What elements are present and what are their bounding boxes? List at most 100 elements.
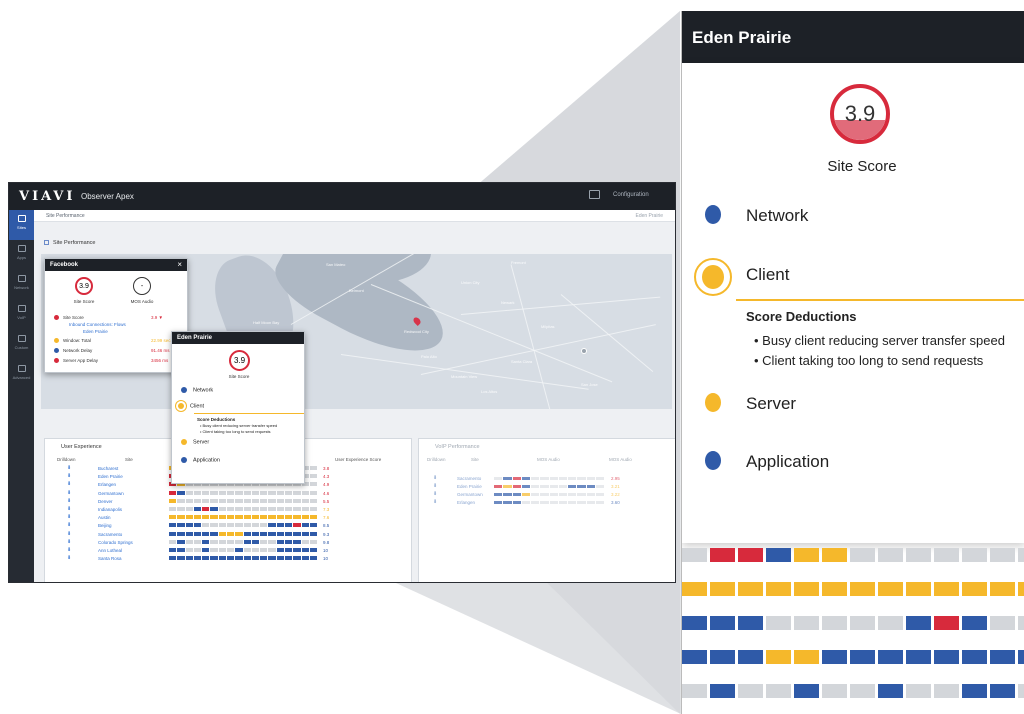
column-header[interactable]: MOS Audio bbox=[537, 457, 560, 462]
metric-subtext[interactable]: Inbound Connections: Flows bbox=[69, 322, 126, 327]
briefcase-icon[interactable] bbox=[589, 190, 600, 199]
metric-row[interactable]: Network Delay bbox=[54, 348, 92, 354]
drilldown-icon[interactable]: ⬇ bbox=[433, 475, 437, 481]
site-score-ring[interactable]: 3.9 bbox=[75, 277, 93, 295]
score-segment bbox=[210, 548, 218, 552]
table-row[interactable]: ⬇ Denver 5.5 bbox=[45, 498, 411, 506]
zoomed-bar-segment bbox=[682, 684, 707, 698]
section-title: Site Performance bbox=[44, 240, 96, 246]
component-client[interactable]: Client bbox=[178, 403, 204, 409]
drilldown-icon[interactable]: ⬇ bbox=[67, 555, 71, 561]
column-header[interactable]: Drilldown bbox=[427, 457, 446, 462]
drilldown-icon[interactable]: ⬇ bbox=[67, 539, 71, 545]
sidebar-item-custom[interactable]: Custom bbox=[9, 330, 34, 360]
column-header[interactable]: Site bbox=[471, 457, 479, 462]
drilldown-icon[interactable]: ⬇ bbox=[67, 531, 71, 537]
site-link[interactable]: Colorado Springs bbox=[98, 540, 133, 545]
table-row[interactable]: ⬇ Germantown 4.6 bbox=[45, 490, 411, 498]
drilldown-icon[interactable]: ⬇ bbox=[67, 465, 71, 471]
drilldown-icon[interactable]: ⬇ bbox=[433, 499, 437, 505]
component-client[interactable]: Client bbox=[746, 265, 789, 285]
component-network[interactable]: Network bbox=[181, 387, 213, 393]
component-server[interactable]: Server bbox=[181, 439, 209, 445]
score-segment bbox=[251, 531, 260, 536]
drilldown-icon[interactable]: ⬇ bbox=[67, 498, 71, 504]
drilldown-icon[interactable]: ⬇ bbox=[67, 514, 71, 520]
location-selector[interactable]: Eden Prairie bbox=[635, 213, 663, 219]
configuration-menu[interactable]: Configuration bbox=[613, 192, 649, 198]
drilldown-icon[interactable]: ⬇ bbox=[433, 483, 437, 489]
score-segment bbox=[284, 548, 293, 552]
mos-audio-ring[interactable]: - bbox=[133, 277, 151, 295]
drilldown-icon[interactable]: ⬇ bbox=[67, 547, 71, 553]
score-segment bbox=[293, 515, 301, 520]
table-row[interactable]: ⬇ Erlangen 3.60 bbox=[419, 499, 675, 507]
mos-segment bbox=[503, 477, 512, 480]
site-link[interactable]: Beijing bbox=[98, 523, 112, 528]
site-score-ring[interactable]: 3.9 bbox=[229, 350, 250, 371]
ux-score-value: 8.5 bbox=[323, 523, 330, 529]
table-row[interactable]: ⬇ Germantown 3.22 bbox=[419, 491, 675, 499]
map-road bbox=[510, 264, 551, 409]
metric-row[interactable]: Window: Total bbox=[54, 338, 91, 344]
metric-subtext[interactable]: Eden Prairie bbox=[83, 329, 108, 334]
client-status-dot bbox=[702, 265, 724, 289]
site-link[interactable]: Sacramento bbox=[457, 476, 481, 481]
column-header[interactable]: MOS Audio bbox=[609, 457, 632, 462]
component-application[interactable]: Application bbox=[746, 452, 829, 472]
drilldown-icon[interactable]: ⬇ bbox=[433, 491, 437, 497]
score-segment bbox=[301, 515, 309, 520]
site-link[interactable]: Eden Prairie bbox=[457, 484, 482, 489]
popup-header: Eden Prairie bbox=[172, 332, 304, 344]
table-row[interactable]: ⬇ Ann Lotheal 10 bbox=[45, 547, 411, 555]
deductions-title: Score Deductions bbox=[197, 417, 236, 422]
component-network[interactable]: Network bbox=[746, 206, 808, 226]
site-link[interactable]: Sacramento bbox=[98, 532, 122, 537]
component-application[interactable]: Application bbox=[181, 457, 220, 463]
sidebar-item-network[interactable]: Network bbox=[9, 270, 34, 300]
score-segment bbox=[202, 523, 210, 528]
site-link[interactable]: Bucharest bbox=[98, 466, 118, 471]
table-row[interactable]: ⬇ Austin 7.6 bbox=[45, 514, 411, 522]
sidebar-item-voip[interactable]: VoIP bbox=[9, 300, 34, 330]
site-link[interactable]: Erlangen bbox=[98, 482, 116, 487]
close-icon[interactable]: × bbox=[177, 260, 182, 269]
zoomed-bar-segment bbox=[934, 616, 959, 630]
sidebar-item-apps[interactable]: Apps bbox=[9, 240, 34, 270]
score-segment bbox=[210, 507, 218, 511]
table-row[interactable]: ⬇ Colorado Springs 9.8 bbox=[45, 539, 411, 547]
sidebar-item-sites[interactable]: Sites bbox=[9, 210, 34, 240]
advanced-icon bbox=[17, 365, 26, 372]
site-link[interactable]: Indianapolis bbox=[98, 507, 122, 512]
column-header[interactable]: User Experience Score bbox=[335, 457, 381, 462]
score-segment bbox=[293, 507, 301, 511]
drilldown-icon[interactable]: ⬇ bbox=[67, 522, 71, 528]
site-link[interactable]: Eden Prairie bbox=[98, 474, 123, 479]
column-header[interactable]: Drilldown bbox=[57, 457, 76, 462]
table-row[interactable]: ⬇ Santa Rosa 10 bbox=[45, 555, 411, 563]
site-link[interactable]: Austin bbox=[98, 515, 111, 520]
drilldown-icon[interactable]: ⬇ bbox=[67, 490, 71, 496]
column-header[interactable]: Site bbox=[125, 457, 133, 462]
map-marker[interactable] bbox=[581, 348, 587, 354]
site-link[interactable]: Denver bbox=[98, 499, 113, 504]
sidebar-item-advanced[interactable]: Advanced bbox=[9, 360, 34, 390]
site-link[interactable]: Ann Lotheal bbox=[98, 548, 122, 553]
table-row[interactable]: ⬇ Indianapolis 7.3 bbox=[45, 506, 411, 514]
site-link[interactable]: Santa Rosa bbox=[98, 556, 122, 561]
site-link[interactable]: Germantown bbox=[457, 492, 483, 497]
panel-icon bbox=[44, 240, 49, 246]
table-row[interactable]: ⬇ Sacramento 9.3 bbox=[45, 531, 411, 539]
site-link[interactable]: Erlangen bbox=[457, 500, 475, 505]
drilldown-icon[interactable]: ⬇ bbox=[67, 481, 71, 487]
drilldown-icon[interactable]: ⬇ bbox=[67, 506, 71, 512]
table-row[interactable]: ⬇ Sacramento 2.95 bbox=[419, 475, 675, 483]
drilldown-icon[interactable]: ⬇ bbox=[67, 473, 71, 479]
table-row[interactable]: ⬇ Eden Prairie 3.21 bbox=[419, 483, 675, 491]
metric-row[interactable]: Site Score bbox=[54, 315, 84, 321]
site-score-gauge[interactable]: 3.9 bbox=[830, 84, 890, 144]
site-link[interactable]: Germantown bbox=[98, 491, 124, 496]
table-row[interactable]: ⬇ Beijing 8.5 bbox=[45, 522, 411, 530]
component-server[interactable]: Server bbox=[746, 394, 796, 414]
metric-row[interactable]: Server App Delay bbox=[54, 358, 98, 364]
